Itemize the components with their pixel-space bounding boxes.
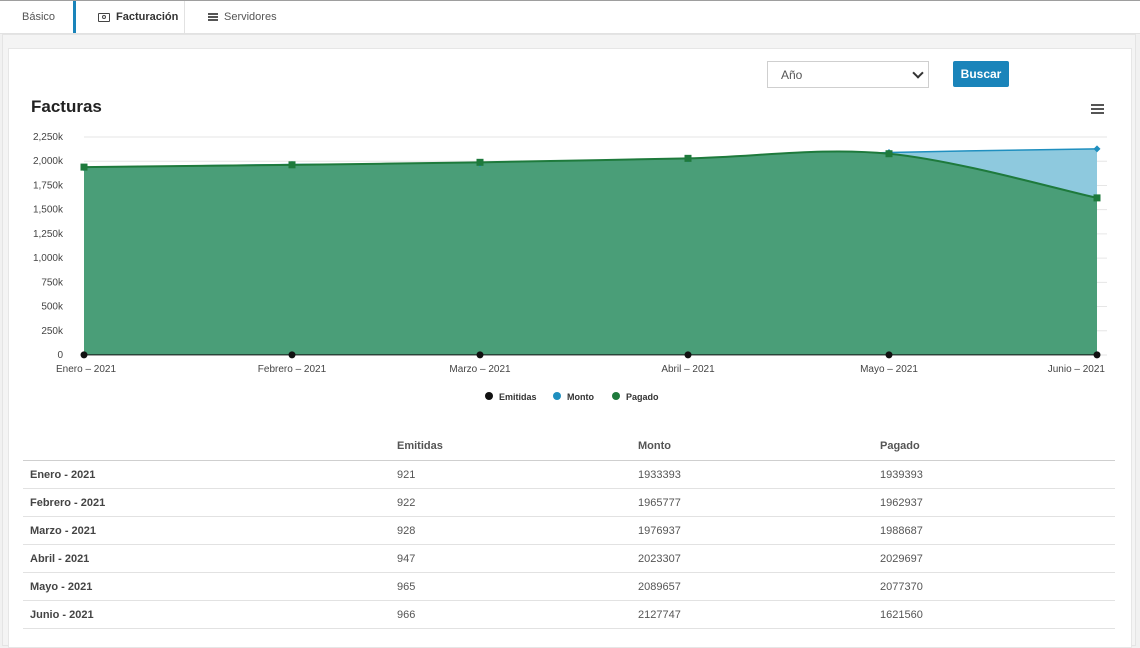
row-monto: 2089657 — [638, 573, 681, 601]
row-pagado: 1939393 — [880, 461, 923, 489]
header-emitidas: Emitidas — [397, 432, 443, 460]
area-chart: 0 250k 500k 750k 1,000k 1,250k 1,500k 1,750k 2,0… — [0, 0, 1140, 420]
table-header: Emitidas Monto Pagado — [23, 432, 1115, 461]
x-tick-label: Marzo – 2021 — [449, 364, 511, 375]
y-tick-label: 2,000k — [33, 156, 64, 167]
y-tick-label: 1,000k — [33, 253, 64, 264]
emitidas-point — [886, 351, 893, 358]
row-period: Febrero - 2021 — [30, 489, 105, 517]
y-tick-label: 750k — [41, 277, 64, 288]
x-tick-label: Junio – 2021 — [1048, 364, 1106, 375]
pagado-point — [1094, 194, 1101, 201]
y-tick-label: 1,250k — [33, 229, 64, 240]
header-pagado: Pagado — [880, 432, 920, 460]
header-monto: Monto — [638, 432, 671, 460]
row-monto: 1965777 — [638, 489, 681, 517]
pagado-point — [886, 150, 893, 157]
row-pagado: 2029697 — [880, 545, 923, 573]
row-pagado: 1621560 — [880, 601, 923, 629]
row-emitidas: 928 — [397, 517, 415, 545]
emitidas-point — [477, 351, 484, 358]
row-pagado: 1988687 — [880, 517, 923, 545]
emitidas-point — [685, 351, 692, 358]
pagado-point — [685, 155, 692, 162]
legend-marker — [612, 392, 620, 400]
row-emitidas: 947 — [397, 545, 415, 573]
x-tick-label: Mayo – 2021 — [860, 364, 918, 375]
legend-marker — [553, 392, 561, 400]
row-emitidas: 966 — [397, 601, 415, 629]
x-tick-label: Abril – 2021 — [661, 364, 715, 375]
legend-label: Monto — [567, 392, 594, 402]
row-monto: 1933393 — [638, 461, 681, 489]
y-tick-label: 250k — [41, 326, 64, 337]
emitidas-point — [1094, 351, 1101, 358]
pagado-point — [81, 164, 88, 171]
row-monto: 2127747 — [638, 601, 681, 629]
table-body: Enero - 202192119333931939393Febrero - 2… — [23, 461, 1115, 629]
table-row: Mayo - 2021 965 2089657 2077370 — [23, 573, 1115, 601]
table-row: Febrero - 2021 922 1965777 1962937 — [23, 489, 1115, 517]
row-emitidas: 922 — [397, 489, 415, 517]
y-tick-label: 0 — [57, 350, 63, 361]
row-emitidas: 965 — [397, 573, 415, 601]
table-row: Abril - 2021 947 2023307 2029697 — [23, 545, 1115, 573]
table-row: Enero - 2021 921 1933393 1939393 — [23, 461, 1115, 489]
row-period: Enero - 2021 — [30, 461, 95, 489]
legend-marker — [485, 392, 493, 400]
x-tick-label: Enero – 2021 — [56, 364, 116, 375]
emitidas-point — [289, 351, 296, 358]
row-pagado: 1962937 — [880, 489, 923, 517]
legend-label: Pagado — [626, 392, 659, 402]
y-tick-label: 500k — [41, 302, 64, 313]
row-monto: 1976937 — [638, 517, 681, 545]
row-period: Marzo - 2021 — [30, 517, 96, 545]
table-row: Marzo - 2021 928 1976937 1988687 — [23, 517, 1115, 545]
row-emitidas: 921 — [397, 461, 415, 489]
y-tick-label: 2,250k — [33, 132, 64, 143]
x-tick-label: Febrero – 2021 — [258, 364, 327, 375]
pagado-point — [289, 161, 296, 168]
data-table: Emitidas Monto Pagado Enero - 2021 921 193… — [23, 432, 1115, 629]
table-row: Junio - 2021 966 2127747 1621560 — [23, 601, 1115, 629]
row-monto: 2023307 — [638, 545, 681, 573]
pagado-area — [84, 151, 1097, 355]
y-tick-label: 1,500k — [33, 205, 64, 216]
row-period: Mayo - 2021 — [30, 573, 92, 601]
emitidas-point — [81, 351, 88, 358]
row-pagado: 2077370 — [880, 573, 923, 601]
pagado-point — [477, 159, 484, 166]
row-period: Junio - 2021 — [30, 601, 94, 629]
legend-label: Emitidas — [499, 392, 537, 402]
y-tick-label: 1,750k — [33, 180, 64, 191]
row-period: Abril - 2021 — [30, 545, 89, 573]
